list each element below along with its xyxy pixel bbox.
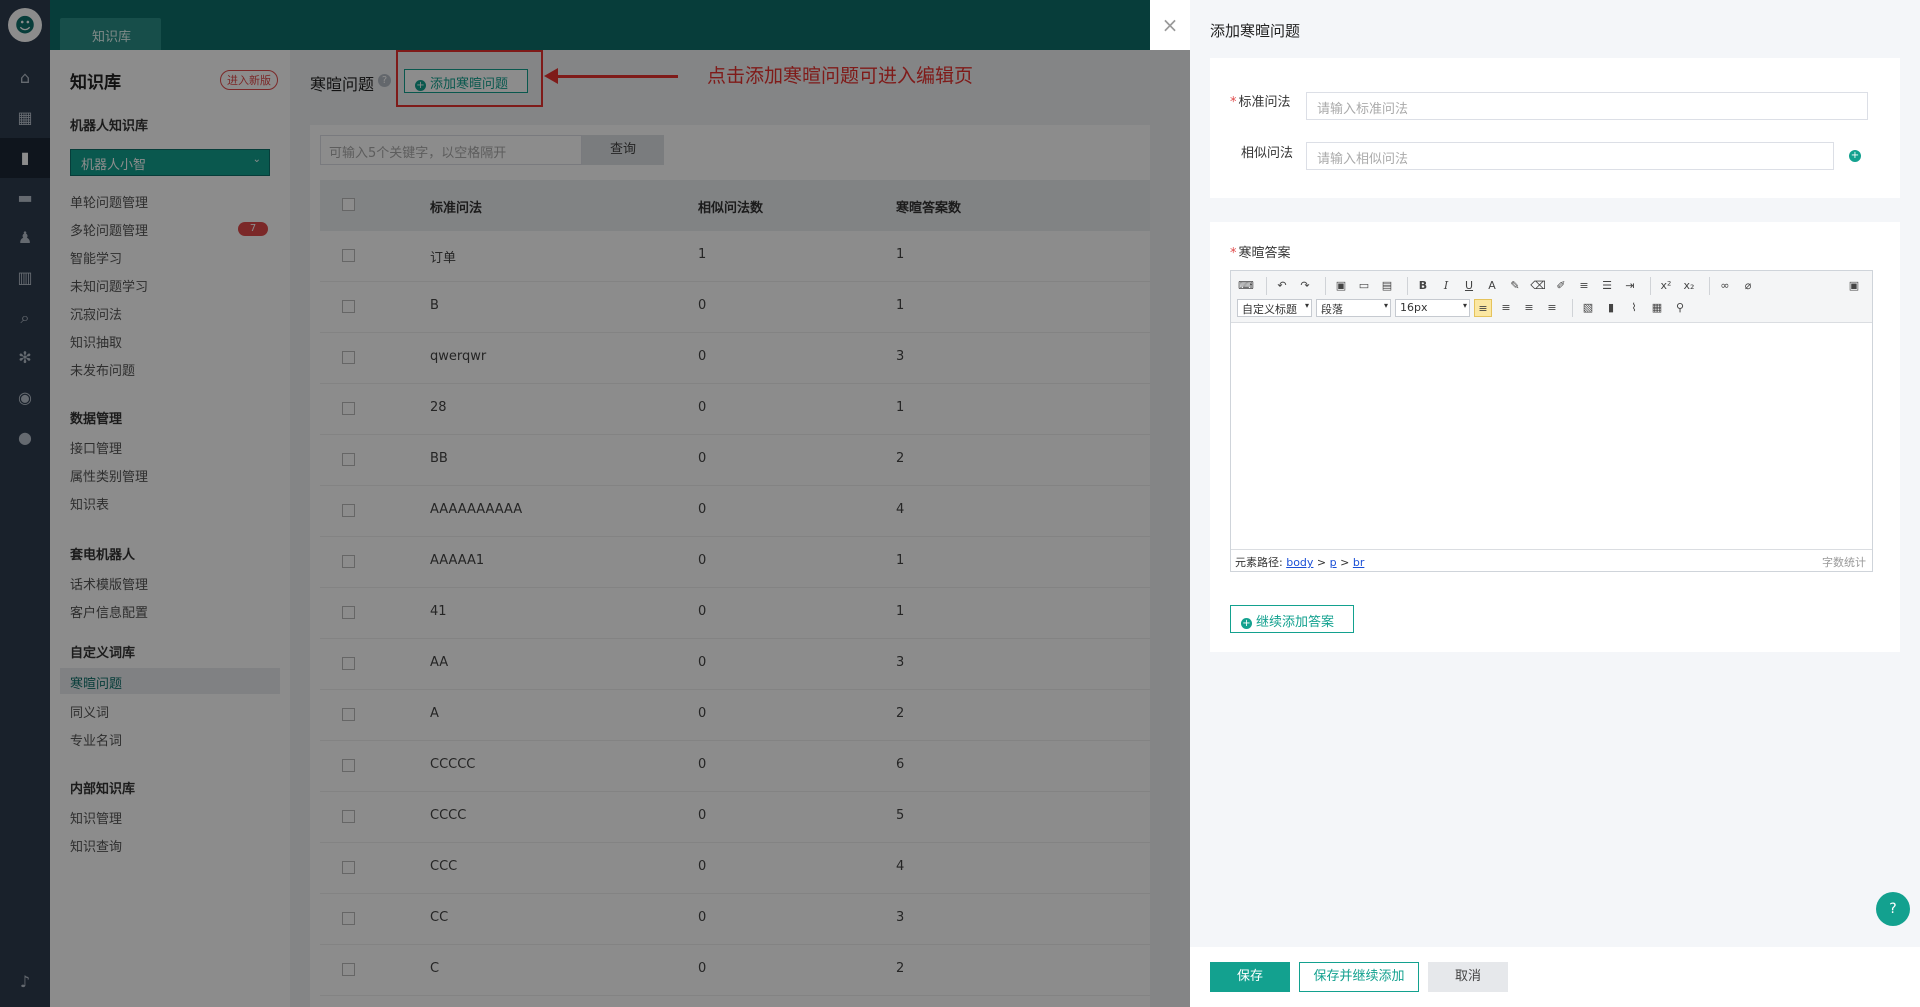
toolbar-divider: [1572, 299, 1573, 317]
video-icon[interactable]: ▮: [1602, 299, 1620, 317]
link-icon[interactable]: ∞: [1716, 277, 1734, 295]
heading-select[interactable]: 自定义标题 ▾: [1237, 299, 1312, 317]
chevron-down-icon: ▾: [1383, 301, 1388, 310]
new-doc-icon[interactable]: ▭: [1355, 277, 1373, 295]
font-color-icon[interactable]: A: [1483, 277, 1501, 295]
indent-icon[interactable]: ⇥: [1621, 277, 1639, 295]
floating-help-icon[interactable]: ?: [1876, 892, 1910, 926]
unlink-icon[interactable]: ⌀: [1739, 277, 1757, 295]
answer-section: * 寒暄答案 ⌨ ↶ ↷ ▣ ▭ ▤ B I U A ✎ ⌫ ✐ ≡ ☰ ⇥ x…: [1210, 222, 1900, 652]
heading-select-value: 自定义标题: [1242, 303, 1297, 316]
add-similar-icon[interactable]: +: [1849, 150, 1861, 162]
add-more-answer-button[interactable]: + 继续添加答案: [1230, 605, 1354, 633]
editor-content-area[interactable]: [1231, 323, 1872, 549]
modal-overlay[interactable]: [0, 0, 1190, 1007]
redo-icon[interactable]: ↷: [1296, 277, 1314, 295]
rich-text-editor: ⌨ ↶ ↷ ▣ ▭ ▤ B I U A ✎ ⌫ ✐ ≡ ☰ ⇥ x² x₂ ∞ …: [1230, 270, 1873, 572]
add-greeting-drawer: 添加寒暄问题 * 标准问法 请输入标准问法 相似问法 请输入相似问法 + * 寒暄答…: [1190, 0, 1920, 1007]
ordered-list-icon[interactable]: ≡: [1575, 277, 1593, 295]
paragraph-select[interactable]: 段落 ▾: [1316, 299, 1391, 317]
subscript-icon[interactable]: x₂: [1680, 277, 1698, 295]
toolbar-divider: [1325, 277, 1326, 295]
path-body-link[interactable]: body: [1286, 556, 1313, 569]
required-mark: *: [1230, 95, 1237, 110]
toolbar-divider: [1709, 277, 1710, 295]
align-left-icon[interactable]: ≡: [1474, 299, 1492, 317]
unordered-list-icon[interactable]: ☰: [1598, 277, 1616, 295]
toolbar-divider: [1650, 277, 1651, 295]
align-right-icon[interactable]: ≡: [1520, 299, 1538, 317]
paragraph-select-value: 段落: [1321, 303, 1343, 316]
std-question-input[interactable]: 请输入标准问法: [1306, 92, 1868, 120]
similar-question-label: 相似问法: [1241, 146, 1294, 161]
undo-icon[interactable]: ↶: [1273, 277, 1291, 295]
element-path-label: 元素路径:: [1235, 556, 1283, 569]
similar-question-input[interactable]: 请输入相似问法: [1306, 142, 1834, 170]
editor-statusbar: 元素路径: body > p > br 字数统计: [1231, 549, 1872, 571]
editor-toolbar: ⌨ ↶ ↷ ▣ ▭ ▤ B I U A ✎ ⌫ ✐ ≡ ☰ ⇥ x² x₂ ∞ …: [1231, 271, 1872, 323]
cancel-button[interactable]: 取消: [1428, 962, 1508, 992]
html-source-icon[interactable]: ⌨: [1237, 277, 1255, 295]
highlight-color-icon[interactable]: ✎: [1506, 277, 1524, 295]
std-question-label: * 标准问法: [1230, 91, 1291, 110]
paste-icon[interactable]: ▤: [1378, 277, 1396, 295]
align-center-icon[interactable]: ≡: [1497, 299, 1515, 317]
drawer-title: 添加寒暄问题: [1210, 22, 1301, 40]
font-size-select-value: 16px: [1400, 301, 1428, 314]
toolbar-divider: [1407, 277, 1408, 295]
path-br-link[interactable]: br: [1353, 556, 1365, 569]
superscript-icon[interactable]: x²: [1657, 277, 1675, 295]
toolbar-divider: [1266, 277, 1267, 295]
chevron-down-icon: ▾: [1462, 301, 1467, 310]
paste-text-icon[interactable]: ▣: [1332, 277, 1350, 295]
required-mark: *: [1230, 246, 1237, 261]
save-and-continue-button[interactable]: 保存并继续添加: [1299, 962, 1419, 992]
format-painter-icon[interactable]: ✐: [1552, 277, 1570, 295]
attachment-icon[interactable]: ⌇: [1625, 299, 1643, 317]
close-icon[interactable]: ×: [1150, 0, 1190, 50]
word-count: 字数统计: [1822, 556, 1866, 569]
save-button[interactable]: 保存: [1210, 962, 1290, 992]
add-more-answer-label: 继续添加答案: [1256, 615, 1335, 630]
toolbar-row-2: 自定义标题 ▾ 段落 ▾ 16px ▾ ≡ ≡ ≡ ≡ ▧ ▮ ⌇ ▦ ⚲: [1237, 297, 1694, 319]
toolbar-row-1: ⌨ ↶ ↷ ▣ ▭ ▤ B I U A ✎ ⌫ ✐ ≡ ☰ ⇥ x² x₂ ∞ …: [1237, 275, 1762, 297]
font-size-select[interactable]: 16px ▾: [1395, 299, 1470, 317]
eraser-icon[interactable]: ⌫: [1529, 277, 1547, 295]
bold-icon[interactable]: B: [1414, 277, 1432, 295]
image-icon[interactable]: ▧: [1579, 299, 1597, 317]
drawer-footer: 保存 保存并继续添加 取消: [1190, 947, 1920, 1007]
answer-label-text: 寒暄答案: [1238, 246, 1291, 261]
find-replace-icon[interactable]: ⚲: [1671, 299, 1689, 317]
fullscreen-icon[interactable]: ▣: [1845, 277, 1863, 295]
plus-icon: +: [1241, 618, 1252, 629]
italic-icon[interactable]: I: [1437, 277, 1455, 295]
table-icon[interactable]: ▦: [1648, 299, 1666, 317]
chevron-down-icon: ▾: [1304, 301, 1309, 310]
question-section: * 标准问法 请输入标准问法 相似问法 请输入相似问法: [1210, 58, 1900, 198]
align-justify-icon[interactable]: ≡: [1543, 299, 1561, 317]
answer-label: * 寒暄答案: [1230, 242, 1291, 261]
underline-icon[interactable]: U: [1460, 277, 1478, 295]
std-question-label-text: 标准问法: [1238, 95, 1291, 110]
path-p-link[interactable]: p: [1330, 556, 1337, 569]
